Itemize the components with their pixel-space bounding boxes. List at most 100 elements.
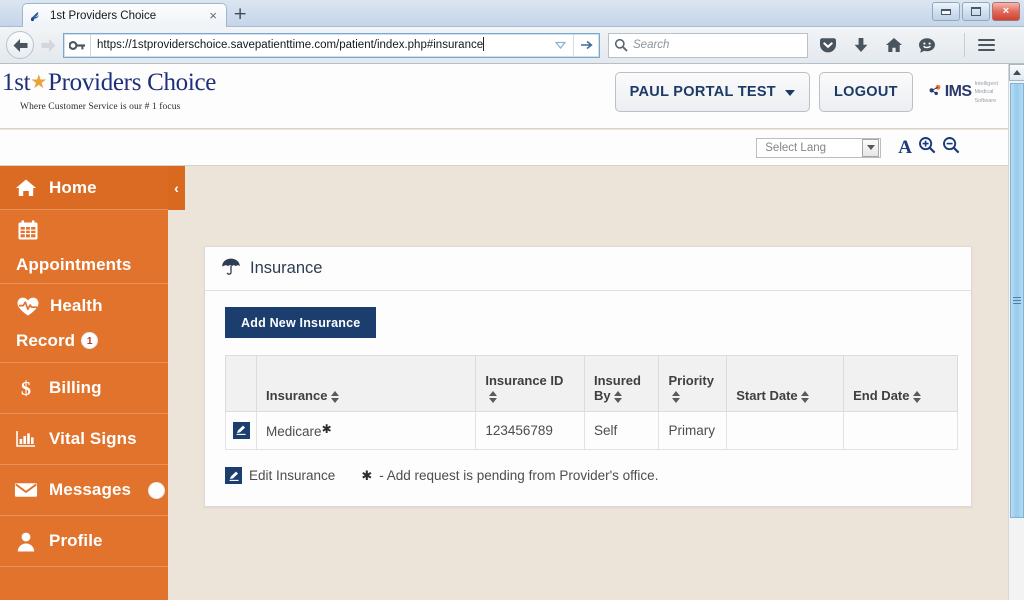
pending-star-icon: ✱ — [321, 422, 332, 436]
heart-pulse-icon — [16, 296, 40, 317]
user-menu-button[interactable]: PAUL PORTAL TEST — [614, 72, 810, 112]
browser-navbar: https://1stproviderschoice.savepatientti… — [0, 27, 1024, 64]
table-row[interactable]: Medicare✱ 123456789 Self Primary — [224, 411, 958, 450]
edit-pencil-icon[interactable] — [232, 421, 250, 439]
table-header-insured-by[interactable]: Insured By — [583, 355, 660, 412]
table-legend: Edit Insurance ✱ - Add request is pendin… — [225, 467, 953, 484]
sidebar-item-messages[interactable]: Messages — [0, 465, 168, 516]
svg-text:$: $ — [21, 378, 31, 399]
pending-star-icon: ✱ — [361, 467, 373, 483]
url-input[interactable]: https://1stproviderschoice.savepatientti… — [90, 33, 547, 57]
logo-part-2: Providers Choice — [48, 69, 217, 96]
column-label: End Date — [853, 388, 910, 403]
legend-edit-label: Edit Insurance — [249, 468, 336, 483]
sort-icon — [614, 390, 623, 403]
sidebar-item-health-record[interactable]: Health Record 1 — [0, 284, 168, 363]
person-icon — [14, 531, 38, 552]
minimize-button[interactable] — [932, 2, 960, 21]
new-tab-button[interactable]: + — [233, 6, 247, 23]
ims-wordmark: IMS — [944, 83, 972, 101]
table-header-start-date[interactable]: Start Date — [726, 355, 845, 412]
scroll-up-button[interactable] — [1009, 64, 1024, 81]
sidebar-item-billing[interactable]: $ Billing — [0, 363, 168, 414]
site-header: 1st ★ Providers Choice Where Customer Se… — [0, 64, 1008, 129]
sort-icon — [488, 390, 497, 403]
back-arrow-icon[interactable] — [6, 31, 34, 59]
window-titlebar: 1st Providers Choice × + × — [0, 0, 1024, 27]
sidebar: ‹ Home Appointments Health Record 1 $ Bi… — [0, 166, 185, 600]
column-label: Insurance — [266, 388, 328, 403]
window-controls: × — [932, 2, 1020, 21]
logo-tagline: Where Customer Service is our # 1 focus — [20, 102, 181, 112]
status-badge — [148, 481, 166, 499]
sort-icon — [801, 390, 810, 403]
download-icon[interactable] — [851, 35, 871, 55]
browser-tab-title: 1st Providers Choice — [50, 9, 157, 22]
main-content: Insurance Add New Insurance Insurance In… — [168, 166, 1008, 600]
table-header-row: Insurance Insurance ID Insured By Priori… — [224, 355, 958, 412]
hamburger-menu-icon — [978, 36, 995, 54]
search-input[interactable]: Search — [608, 32, 808, 58]
url-value: https://1stproviderschoice.savepatientti… — [97, 38, 484, 51]
sync-smiley-icon[interactable] — [917, 35, 937, 55]
envelope-icon — [14, 481, 38, 499]
logo-part-1: 1st — [2, 69, 31, 96]
table-header-end-date[interactable]: End Date — [843, 355, 958, 412]
legend-star-note: - Add request is pending from Provider's… — [379, 468, 659, 483]
site-logo[interactable]: 1st ★ Providers Choice Where Customer Se… — [2, 70, 216, 112]
panel-header: Insurance — [205, 247, 971, 291]
sidebar-item-label: Profile — [49, 531, 103, 550]
table-header-priority[interactable]: Priority — [658, 355, 728, 412]
sidebar-item-appointments[interactable]: Appointments — [0, 210, 168, 284]
cell-end-date — [843, 411, 958, 450]
add-new-insurance-button[interactable]: Add New Insurance — [225, 307, 377, 338]
close-window-button[interactable]: × — [992, 2, 1020, 21]
ims-tagline-3: Software — [974, 97, 997, 104]
cell-insurance: Medicare✱ — [256, 411, 477, 450]
sidebar-item-home[interactable]: Home — [0, 166, 168, 210]
header-actions: PAUL PORTAL TEST LOGOUT IMS Intelligent … — [614, 72, 1008, 112]
ims-tagline-1: Intelligent — [974, 81, 998, 87]
home-icon[interactable] — [884, 35, 904, 55]
close-icon: × — [1002, 5, 1010, 17]
pocket-icon[interactable] — [818, 35, 838, 55]
table-header-insurance[interactable]: Insurance — [256, 355, 477, 412]
text-cursor — [483, 36, 485, 51]
scrollbar-thumb[interactable] — [1010, 83, 1024, 518]
sidebar-item-profile[interactable]: Profile — [0, 516, 168, 567]
hamburger-menu-button[interactable] — [964, 33, 995, 57]
calendar-icon — [16, 218, 168, 242]
browser-tab[interactable]: 1st Providers Choice × — [22, 3, 227, 27]
language-select-value: Select Lang — [765, 141, 827, 154]
zoom-in-icon[interactable] — [918, 136, 936, 159]
chevron-down-icon — [784, 90, 795, 96]
chevron-down-icon[interactable] — [862, 138, 880, 157]
key-icon — [64, 39, 90, 52]
row-edit-cell[interactable] — [224, 411, 258, 450]
zoom-out-icon[interactable] — [942, 136, 960, 159]
sidebar-item-label: Billing — [49, 378, 102, 397]
table-header-insurance-id[interactable]: Insurance ID — [475, 355, 585, 412]
sidebar-item-vital-signs[interactable]: Vital Signs — [0, 414, 168, 465]
maximize-button[interactable] — [962, 2, 990, 21]
edit-pencil-icon — [225, 467, 242, 484]
ims-logo: IMS Intelligent Medical Software — [927, 80, 998, 105]
page-scrollbar[interactable] — [1008, 64, 1024, 600]
sidebar-item-label: Appointments — [16, 255, 132, 274]
go-arrow-icon[interactable] — [573, 33, 599, 57]
browser-toolbar-buttons — [818, 33, 995, 57]
close-icon[interactable]: × — [206, 9, 220, 22]
language-zoom-bar: Select Lang A — [0, 130, 1008, 166]
column-label: Insurance ID — [485, 373, 564, 388]
logout-button[interactable]: LOGOUT — [818, 72, 913, 112]
sidebar-item-label: Vital Signs — [49, 429, 137, 448]
zoom-controls: A — [898, 136, 960, 159]
page-title: Insurance — [250, 259, 323, 277]
address-bar[interactable]: https://1stproviderschoice.savepatientti… — [63, 32, 600, 58]
sidebar-item-label: Health — [50, 296, 103, 315]
status-badge: 1 — [81, 332, 99, 349]
language-select[interactable]: Select Lang — [756, 137, 882, 158]
chevron-down-icon[interactable] — [547, 34, 573, 57]
sidebar-item-label: Messages — [49, 480, 132, 499]
bar-chart-icon — [14, 429, 38, 449]
